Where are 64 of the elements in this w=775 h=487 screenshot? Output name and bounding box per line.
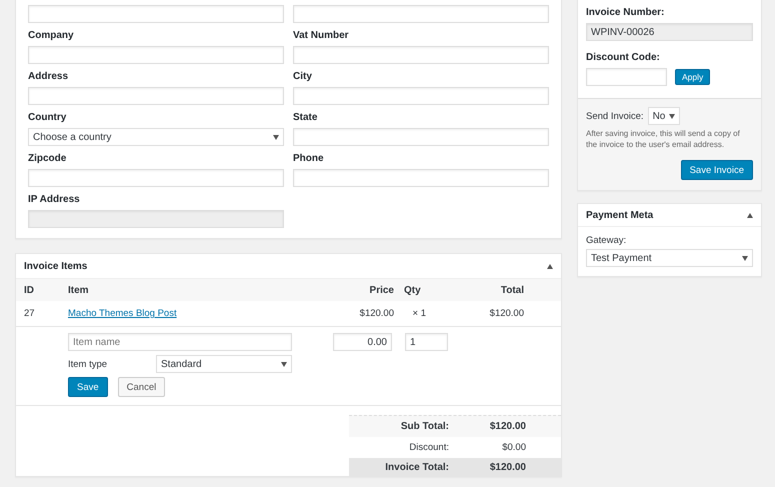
input-field[interactable] [293,128,549,146]
input-field[interactable] [28,210,284,228]
field-label: Address [28,70,70,83]
total-value: $0.00 [501,442,527,453]
table-cell-text: × 1 [412,308,427,319]
collapse-toggle[interactable] [747,212,753,218]
cancel-button[interactable]: Cancel [118,377,166,397]
field-label: Item type [68,358,108,370]
field-label: Invoice Number: [586,6,666,19]
input-field[interactable] [28,5,284,23]
total-label: Invoice Total: [384,462,449,472]
column-header: Item [68,284,90,296]
total-label: Sub Total: [400,421,449,432]
input-field[interactable] [293,5,549,23]
apply-button[interactable]: Apply [675,69,710,85]
caret-icon [668,114,675,118]
table-cell-text: $120.00 [358,308,395,319]
field-label: Gateway: [586,235,628,246]
field-label: Send Invoice: [586,110,644,122]
country-select[interactable]: Choose a country [28,128,284,146]
column-header: Total [500,284,524,296]
price-field[interactable]: 0.00 [333,333,392,351]
quantity-field[interactable]: 1 [405,333,448,351]
input-field[interactable] [28,169,284,187]
caret-icon [281,362,287,366]
field-label: State [293,111,318,124]
invoice-number-field[interactable]: WPINV-00026 [586,23,753,41]
panel-title: Invoice Items [24,260,88,272]
field-label: Discount Code: [586,51,661,64]
item-link[interactable]: Macho Themes Blog Post [68,308,177,319]
caret-icon [273,134,279,140]
save-invoice-button[interactable]: Save Invoice [680,160,753,180]
triangle-icon [747,212,753,218]
triangle-icon [547,264,553,268]
field-label: Phone [293,152,325,165]
input-field[interactable] [293,46,549,64]
total-value: $120.00 [488,462,527,472]
field-label: Zipcode [28,152,68,165]
table-cell-text: $120.00 [488,308,524,319]
collapse-toggle[interactable] [547,264,553,268]
caret-icon [742,256,748,260]
input-field[interactable] [28,46,284,64]
field-label: Country [28,111,68,124]
total-label: Discount: [408,442,449,453]
field-label: IP Address [28,193,81,206]
field-label: Company [28,29,75,42]
panel-title: Payment Meta [586,210,654,220]
help-text: After saving invoice, this will send a copy of the invoice to the user's email address. [586,128,741,150]
table-cell-text: 27 [24,308,36,319]
input-field[interactable] [293,87,549,105]
discount-code-field[interactable] [586,68,667,86]
field-label: Vat Number [293,29,350,42]
total-value: $120.00 [488,421,527,432]
column-header: Qty [404,284,422,296]
input-field[interactable] [293,169,549,187]
field-label: City [293,70,313,83]
column-header: ID [24,284,35,296]
send-invoice-select[interactable]: No [648,107,680,125]
input-field[interactable] [28,87,284,105]
item-type-select[interactable]: Standard [156,355,292,373]
column-header: Price [368,284,395,296]
item-name-field[interactable]: Item name [68,333,292,351]
gateway-select[interactable]: Test Payment [586,249,753,267]
save-button[interactable]: Save [68,377,108,397]
